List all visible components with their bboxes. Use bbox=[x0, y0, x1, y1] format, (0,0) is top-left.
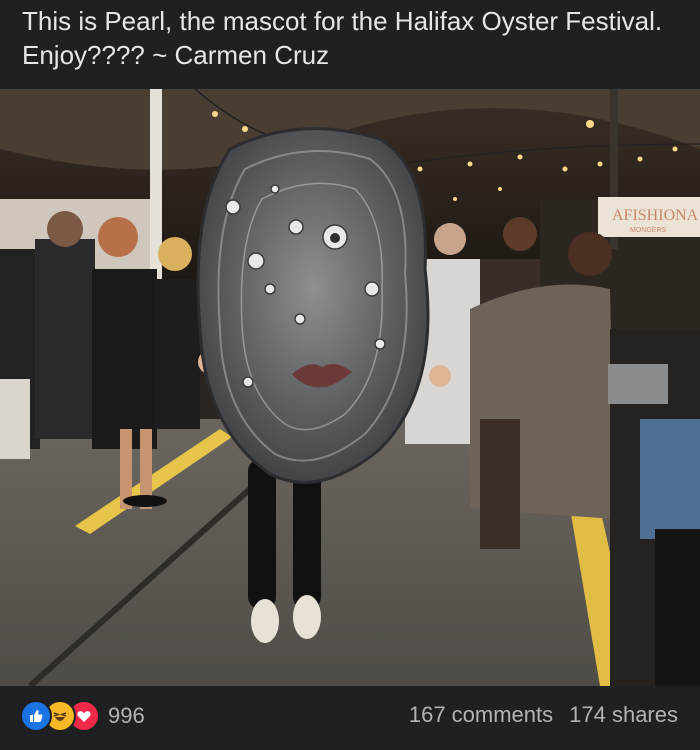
like-icon bbox=[20, 700, 52, 732]
post-caption-bar: This is Pearl, the mascot for the Halifa… bbox=[0, 0, 700, 89]
post-photo[interactable]: AFISHIONA MONGERS bbox=[0, 89, 700, 686]
shares-link[interactable]: 174 shares bbox=[569, 702, 678, 728]
sign-subtext: MONGERS bbox=[630, 227, 667, 234]
post-footer: 996 167 comments 174 shares bbox=[0, 686, 700, 750]
comments-link[interactable]: 167 comments bbox=[409, 702, 553, 728]
festival-photo-illustration: AFISHIONA MONGERS bbox=[0, 89, 700, 686]
engagement-stats: 167 comments 174 shares bbox=[409, 702, 678, 728]
reaction-count: 996 bbox=[108, 703, 145, 728]
post-caption: This is Pearl, the mascot for the Halifa… bbox=[22, 6, 663, 70]
sign-text: AFISHIONA bbox=[612, 207, 699, 224]
reactions-summary[interactable]: 996 bbox=[20, 700, 145, 732]
